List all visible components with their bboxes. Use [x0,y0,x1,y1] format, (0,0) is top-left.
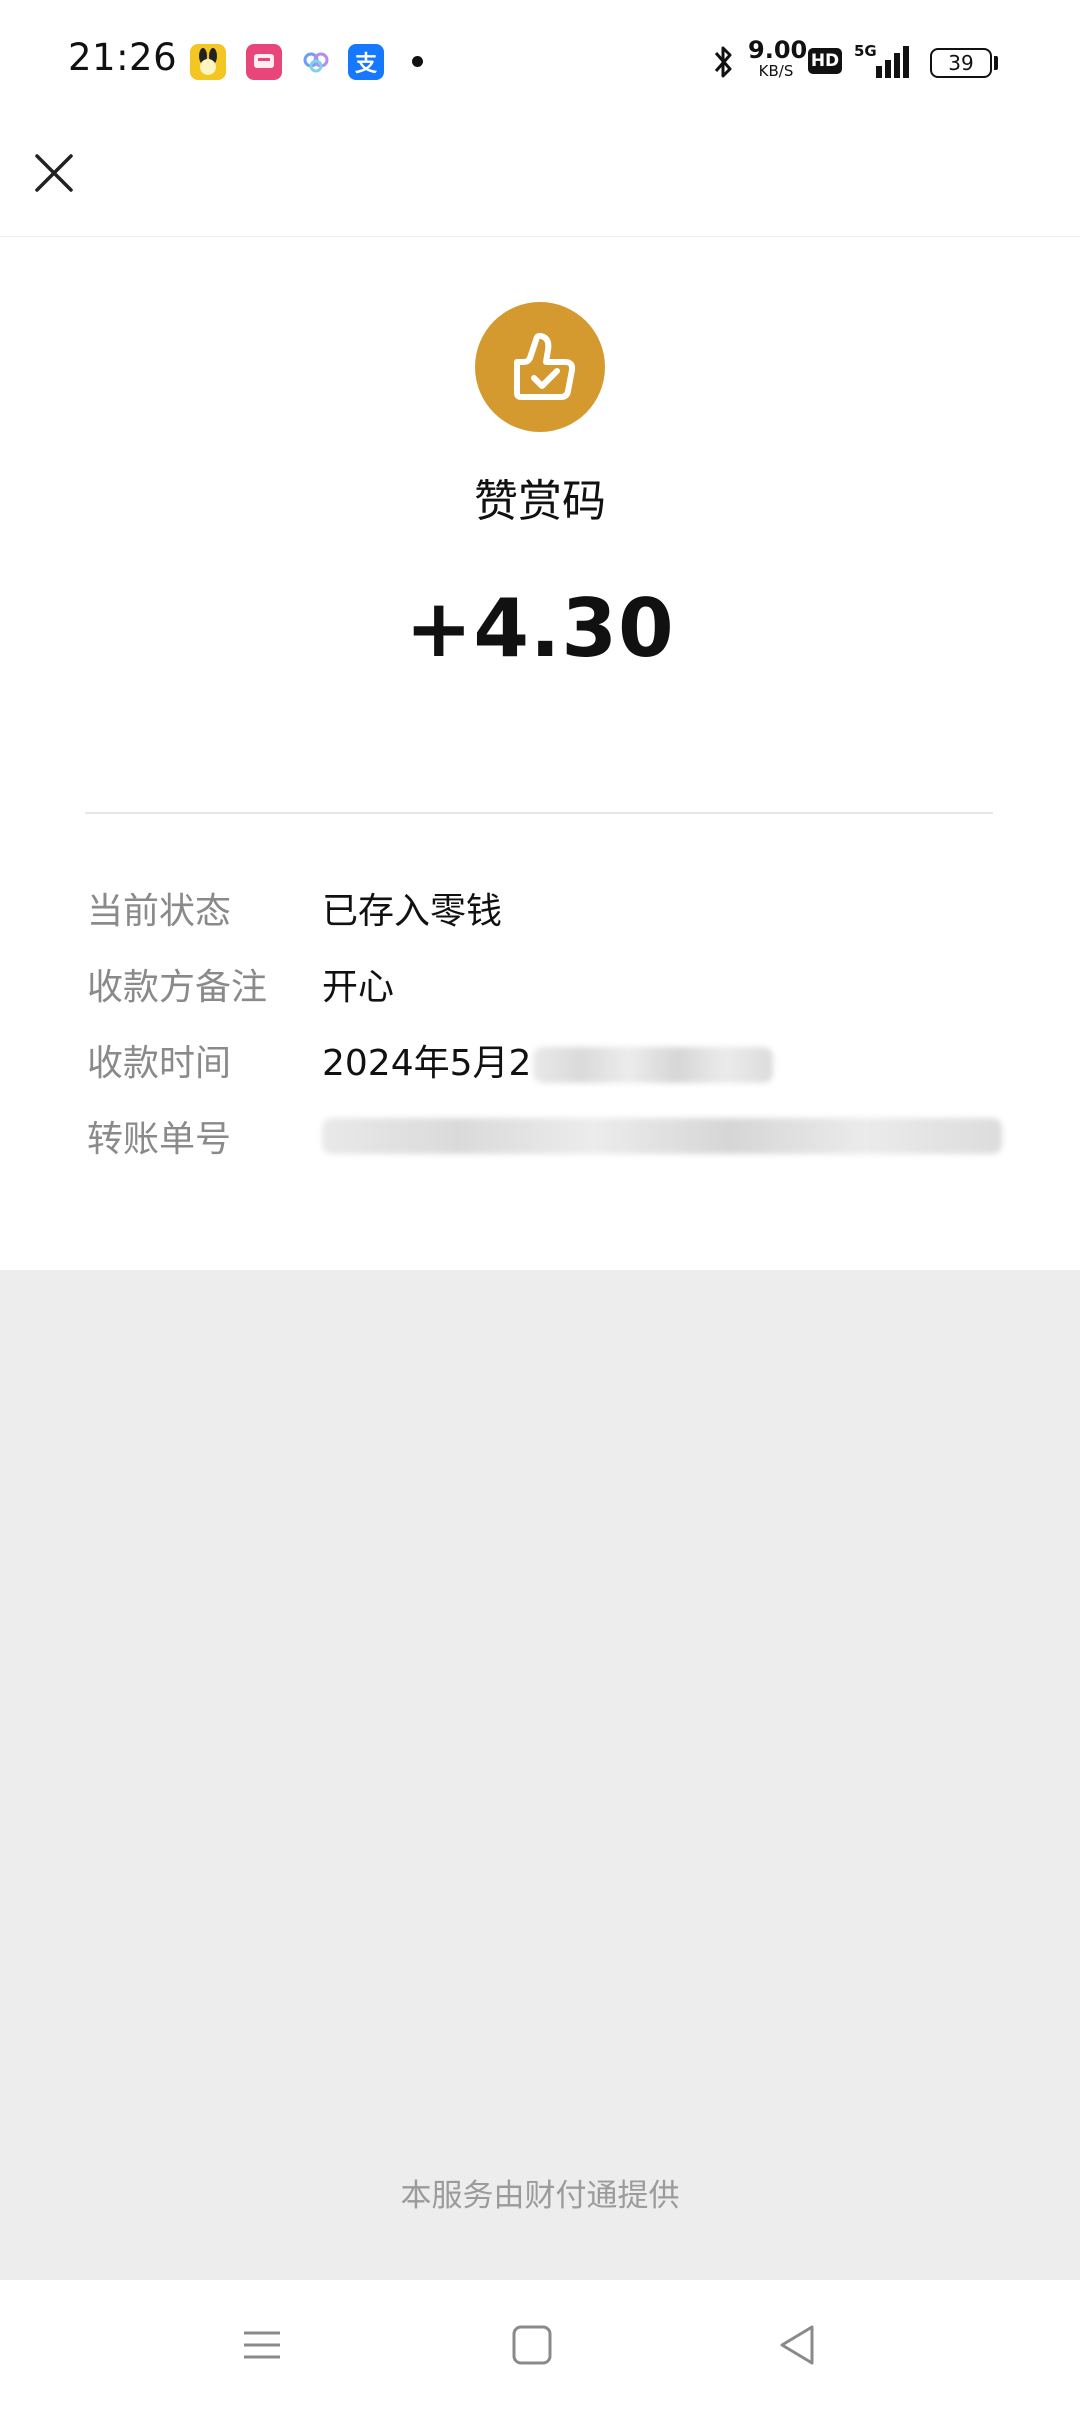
divider [85,812,993,814]
battery-icon: 39 [930,48,992,78]
payment-detail-card: 赞赏码 +4.30 当前状态 已存入零钱 收款方备注 开心 收款时间 2024年… [0,237,1080,1270]
notification-dot-icon [412,56,423,67]
alipay-icon: 支 [348,44,384,80]
detail-row-payee-note: 收款方备注 开心 [87,958,1007,1018]
status-bar: 21:26 支 9.00 KB/S HD 5G 39 [0,0,1080,125]
redacted-blur [533,1047,774,1083]
hd-badge: HD [808,48,842,74]
rabbit-app-icon [190,44,226,80]
close-icon [35,154,73,192]
navigation-bar [0,2280,1080,2412]
close-button[interactable] [24,143,84,203]
detail-row-transfer-number: 转账单号 [87,1110,1007,1170]
detail-label: 收款方备注 [87,967,268,1008]
cloud-app-icon [298,44,334,80]
redacted-blur [322,1118,1002,1154]
empty-area: 本服务由财付通提供 [0,1270,1080,2280]
detail-value-transfer-number [322,1110,1002,1154]
signal-icon: 5G [852,40,912,80]
detail-label: 当前状态 [87,891,232,932]
detail-value: 开心 [322,967,395,1008]
shopping-app-icon [246,44,282,80]
footer-note: 本服务由财付通提供 [400,2178,680,2214]
home-icon [512,2325,552,2365]
back-triangle-icon [780,2325,814,2365]
network-speed: 9.00 KB/S [748,36,808,80]
menu-icon [244,2331,280,2359]
menu-button[interactable] [232,2315,292,2375]
thumbs-up-check-icon [475,302,605,432]
battery-tip [994,56,998,70]
payment-amount: +4.30 [405,582,675,675]
detail-row-time: 收款时间 2024年5月2 [87,1034,1007,1094]
detail-label: 转账单号 [87,1119,232,1160]
payment-title: 赞赏码 [474,476,606,527]
detail-label: 收款时间 [87,1043,232,1084]
detail-value: 已存入零钱 [322,891,503,932]
bluetooth-icon [710,42,738,82]
detail-value-time: 2024年5月2 [322,1034,774,1086]
detail-row-status: 当前状态 已存入零钱 [87,882,1007,942]
back-button[interactable] [768,2315,828,2375]
svg-text:5G: 5G [854,42,877,60]
header [0,125,1080,237]
status-time: 21:26 [68,36,178,79]
home-button[interactable] [502,2315,562,2375]
time-visible-text: 2024年5月2 [322,1043,532,1084]
